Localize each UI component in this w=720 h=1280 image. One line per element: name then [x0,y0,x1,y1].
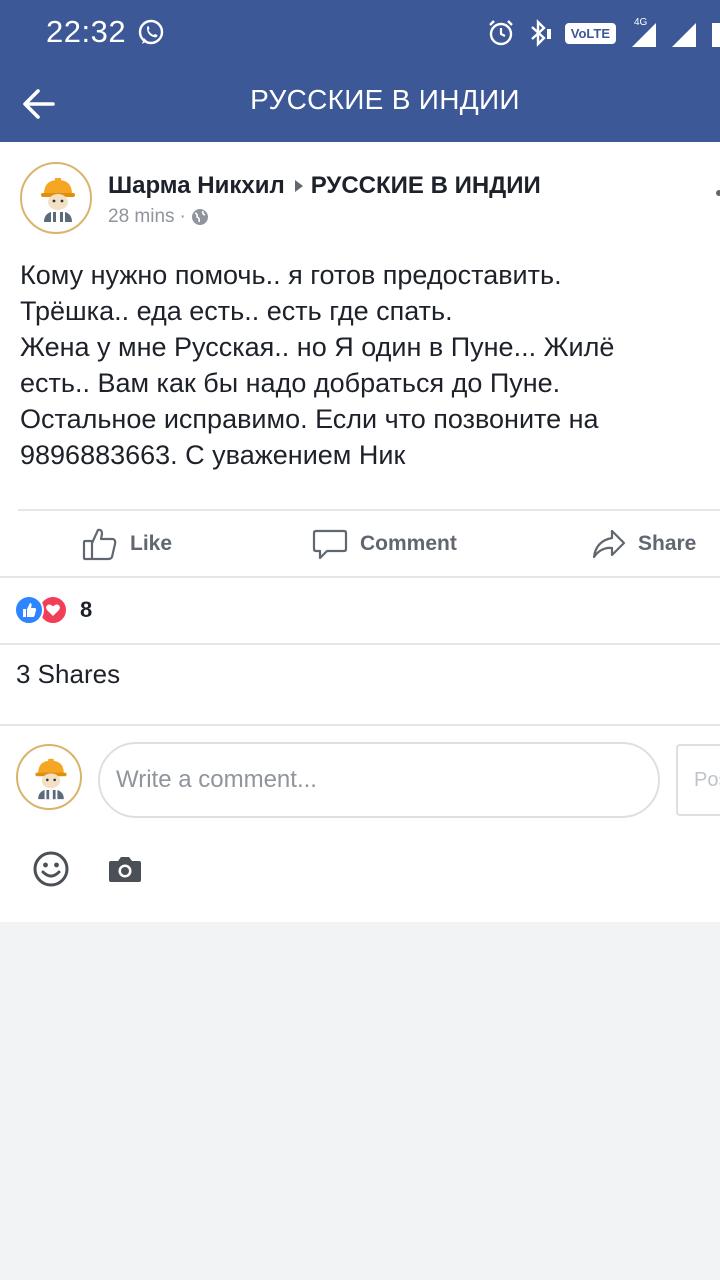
thumbs-up-icon [82,528,117,561]
worker-avatar-icon [41,178,75,222]
share-button[interactable]: Share [592,522,696,566]
page-title: РУССКИЕ В ИНДИИ [250,84,520,115]
post-comment-button[interactable]: Post [676,744,720,816]
worker-avatar-icon [35,758,67,800]
bluetooth-icon [530,19,551,47]
meta-separator: · [179,206,186,227]
post-text: Кому нужно помочь.. я готов предоставить… [20,260,615,470]
volte-badge: VoLTE [564,22,616,44]
like-button[interactable]: Like [82,522,172,566]
app-bar: РУССКИЕ В ИНДИИ [0,66,720,142]
comment-input[interactable] [98,742,660,818]
globe-icon [191,209,208,225]
signal-icon [672,23,696,47]
comment-bubble-icon [312,529,348,560]
comment-button[interactable]: Comment [312,522,457,566]
post-meta: 28 mins · [108,206,209,228]
signal-4g-icon: 4G [628,17,658,47]
group-name[interactable]: РУССКИЕ В ИНДИИ [311,172,541,199]
network-type: 4G [634,17,648,28]
shares-count[interactable]: 3 Shares [16,659,120,690]
status-bar: 22:32 VoLTE 4G [0,0,720,66]
like-label: Like [130,532,173,555]
share-arrow-icon [592,529,626,559]
user-avatar[interactable] [16,744,82,810]
comment-label: Comment [360,532,457,555]
like-reaction-icon [14,595,44,625]
share-label: Share [638,532,697,555]
emoji-icon[interactable] [32,850,70,888]
whatsapp-icon [138,19,164,45]
reactions-summary[interactable]: 8 [14,594,92,626]
divider [18,509,720,511]
status-time: 22:32 [46,14,127,49]
alarm-icon [488,20,513,46]
divider [0,724,720,726]
status-icons: VoLTE 4G [487,17,720,49]
camera-icon[interactable] [108,854,142,884]
author-avatar[interactable] [20,162,92,234]
author-name[interactable]: Шарма Никхил [108,172,285,199]
divider [0,576,720,578]
battery-icon [712,23,720,47]
author-line: Шарма Никхил РУССКИЕ В ИНДИИ [108,172,541,200]
triangle-right-icon [294,179,303,192]
divider [0,643,720,645]
post-card: Шарма Никхил РУССКИЕ В ИНДИИ 28 mins · Ко… [0,142,720,922]
post-time[interactable]: 28 mins [108,206,175,228]
reactions-count: 8 [80,597,93,622]
more-options-icon[interactable] [716,190,720,196]
